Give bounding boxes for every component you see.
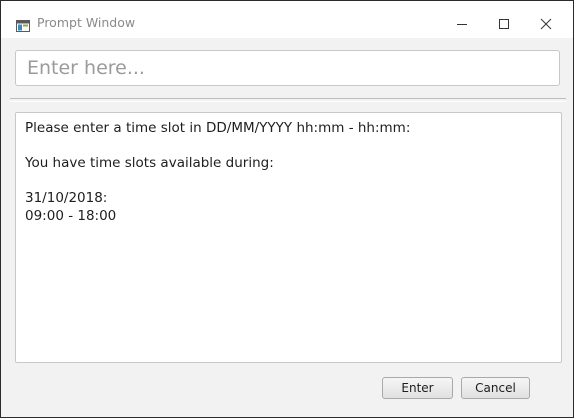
available-date: 31/10/2018: [25,190,108,206]
maximize-icon [499,19,509,29]
title-bar: Prompt Window [1,1,573,38]
instruction-text: Please enter a time slot in DD/MM/YYYY h… [25,120,411,136]
enter-button[interactable]: Enter [382,377,453,399]
separator [10,98,566,102]
minimize-button[interactable] [447,9,477,39]
close-button[interactable] [531,9,561,39]
window-title: Prompt Window [37,15,136,30]
app-window-icon [16,17,30,32]
maximize-button[interactable] [489,9,519,39]
close-icon [540,18,552,30]
cancel-button[interactable]: Cancel [461,377,530,399]
prompt-input[interactable] [15,50,560,86]
availability-heading: You have time slots available during: [25,155,274,171]
minimize-icon [457,24,467,25]
prompt-window: Prompt Window Please enter a time slot i… [0,0,574,418]
available-time-slot: 09:00 - 18:00 [25,208,117,224]
message-area: Please enter a time slot in DD/MM/YYYY h… [15,112,562,363]
